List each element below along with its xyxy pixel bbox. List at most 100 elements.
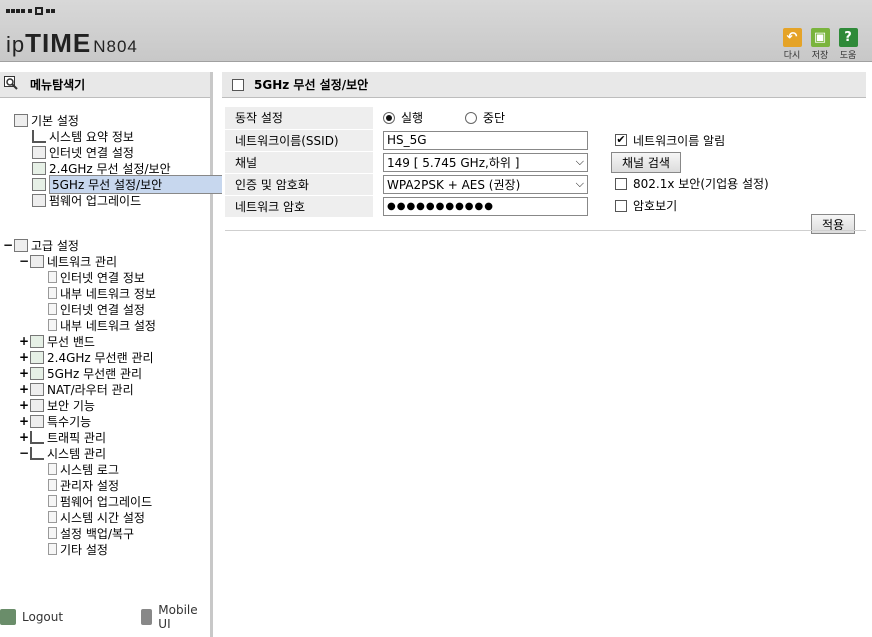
window-icon bbox=[232, 78, 244, 91]
collapse-icon[interactable]: − bbox=[2, 238, 14, 252]
tree-label: 시스템 로그 bbox=[60, 462, 120, 477]
wireless-icon bbox=[30, 366, 44, 380]
lock-icon bbox=[30, 398, 44, 412]
menu-explorer-title: 메뉴탐색기 bbox=[0, 72, 210, 98]
refresh-button[interactable]: ↶ 다시 bbox=[782, 28, 802, 61]
tree-label: 인터넷 연결 정보 bbox=[60, 270, 145, 285]
page-icon bbox=[48, 287, 57, 299]
folder-icon bbox=[14, 238, 28, 252]
tree-label: 시스템 관리 bbox=[47, 446, 107, 461]
tree-label: 고급 설정 bbox=[31, 238, 79, 253]
operation-off-label: 중단 bbox=[482, 111, 506, 126]
grid-logo-icon bbox=[6, 7, 55, 15]
divider bbox=[225, 230, 866, 231]
tree-special-features[interactable]: + 특수기능 bbox=[18, 413, 91, 429]
checkmark-icon: ✔ bbox=[615, 133, 627, 146]
page-title-bar: 5GHz 무선 설정/보안 bbox=[222, 72, 866, 98]
mobile-ui-button[interactable]: Mobile UI bbox=[141, 603, 210, 631]
expand-icon[interactable]: + bbox=[18, 398, 30, 412]
brand-logo: ipTIME N804 bbox=[6, 28, 138, 58]
folder-icon bbox=[30, 414, 44, 428]
tree-network-management[interactable]: − 네트워크 관리 bbox=[18, 253, 117, 269]
tree-wireless-band[interactable]: + 무선 밴드 bbox=[18, 333, 95, 349]
row-auth: 인증 및 암호화 WPA2PSK + AES (권장) ⌵ 802.1x 보안(기… bbox=[225, 173, 865, 196]
traffic-icon bbox=[30, 430, 44, 444]
channel-select[interactable]: 149 [ 5.745 GHz,하위 ] ⌵ bbox=[383, 152, 588, 172]
tree-firmware-upgrade-2[interactable]: 펌웨어 업그레이드 bbox=[48, 493, 152, 509]
tree-system-summary[interactable]: 시스템 요약 정보 bbox=[32, 128, 134, 144]
tree-internet-config[interactable]: 인터넷 연결 설정 bbox=[48, 301, 145, 317]
operation-options: 실행 중단 bbox=[373, 107, 865, 129]
tree-internet-setup[interactable]: 인터넷 연결 설정 bbox=[32, 144, 134, 160]
channel-search-button[interactable]: 채널 검색 bbox=[611, 151, 681, 173]
tree-firmware-upgrade[interactable]: 펌웨어 업그레이드 bbox=[32, 192, 141, 208]
chart-icon bbox=[30, 446, 44, 460]
tree-label: 인터넷 연결 설정 bbox=[49, 145, 134, 160]
tree-system-management[interactable]: − 시스템 관리 bbox=[18, 445, 106, 461]
logout-button[interactable]: Logout bbox=[0, 603, 63, 631]
tree-system-log[interactable]: 시스템 로그 bbox=[48, 461, 119, 477]
expand-icon[interactable]: + bbox=[18, 430, 30, 444]
ssid-broadcast-checkbox[interactable]: ✔ 네트워크이름 알림 bbox=[615, 132, 725, 149]
folder-icon bbox=[14, 113, 28, 127]
collapse-icon[interactable]: − bbox=[18, 254, 30, 268]
expand-icon[interactable]: + bbox=[18, 414, 30, 428]
tree-security[interactable]: + 보안 기능 bbox=[18, 397, 95, 413]
tree-advanced-settings[interactable]: − 고급 설정 bbox=[2, 237, 79, 253]
tree-24ghz-management[interactable]: +2.4GHz 무선랜 관리 bbox=[18, 349, 154, 365]
expand-icon[interactable]: + bbox=[18, 334, 30, 348]
router-icon bbox=[30, 382, 44, 396]
radio-icon bbox=[464, 111, 477, 124]
logout-label: Logout bbox=[22, 610, 64, 624]
tree-admin-settings[interactable]: 관리자 설정 bbox=[48, 477, 119, 493]
collapse-icon[interactable]: − bbox=[18, 446, 30, 460]
password-input[interactable]: ●●●●●●●●●●● bbox=[383, 196, 588, 216]
tree-label: 트래픽 관리 bbox=[47, 430, 107, 445]
apply-button[interactable]: 적용 bbox=[811, 214, 856, 234]
expand-icon[interactable]: + bbox=[18, 382, 30, 396]
help-button[interactable]: ? 도움 bbox=[838, 28, 858, 61]
tree-5ghz-management[interactable]: +5GHz 무선랜 관리 bbox=[18, 365, 142, 381]
tree-label: 2.4GHz 무선랜 관리 bbox=[47, 350, 154, 365]
operation-off-radio[interactable]: 중단 bbox=[464, 109, 506, 126]
tree-basic-settings[interactable]: 기본 설정 bbox=[14, 112, 79, 128]
enterprise-checkbox[interactable]: 802.1x 보안(기업용 설정) bbox=[615, 175, 769, 192]
operation-on-label: 실행 bbox=[401, 111, 424, 126]
chart-icon bbox=[32, 129, 46, 143]
content-panel: 5GHz 무선 설정/보안 동작 설정 실행 중단 네트워크이름(SSID) H… bbox=[222, 72, 872, 637]
enterprise-label: 802.1x 보안(기업용 설정) bbox=[633, 177, 769, 192]
tree-5ghz-wireless[interactable]: 5GHz 무선 설정/보안 bbox=[32, 174, 254, 194]
auth-label: 인증 및 암호화 bbox=[225, 173, 373, 196]
tree-label: 특수기능 bbox=[47, 414, 92, 429]
tree-lan-config[interactable]: 내부 네트워크 설정 bbox=[48, 317, 156, 333]
page-icon bbox=[48, 271, 57, 283]
tree-other-settings[interactable]: 기타 설정 bbox=[48, 541, 108, 557]
left-footer: Logout Mobile UI bbox=[0, 603, 210, 631]
expand-icon[interactable]: + bbox=[18, 366, 30, 380]
mobile-icon bbox=[141, 609, 153, 625]
row-operation: 동작 설정 실행 중단 bbox=[225, 107, 865, 130]
show-password-checkbox[interactable]: 암호보기 bbox=[615, 197, 677, 214]
tree-label: 내부 네트워크 정보 bbox=[60, 286, 156, 301]
tree-internet-info[interactable]: 인터넷 연결 정보 bbox=[48, 269, 145, 285]
wireless-icon bbox=[30, 334, 44, 348]
tree-system-time[interactable]: 시스템 시간 설정 bbox=[48, 509, 145, 525]
ssid-broadcast-label: 네트워크이름 알림 bbox=[633, 133, 726, 148]
checkbox-icon bbox=[615, 177, 627, 190]
radio-selected-icon bbox=[383, 111, 395, 124]
row-ssid: 네트워크이름(SSID) HS_5G ✔ 네트워크이름 알림 bbox=[225, 129, 865, 152]
operation-on-radio[interactable]: 실행 bbox=[383, 109, 423, 126]
tree-backup-restore[interactable]: 설정 백업/복구 bbox=[48, 525, 134, 541]
tree-traffic-management[interactable]: + 트래픽 관리 bbox=[18, 429, 106, 445]
password-label: 네트워크 암호 bbox=[225, 195, 373, 218]
tree-label: 보안 기능 bbox=[47, 398, 95, 413]
save-icon: ▣ bbox=[810, 28, 830, 47]
tree-nat-router[interactable]: + NAT/라우터 관리 bbox=[18, 381, 134, 397]
expand-icon[interactable]: + bbox=[18, 350, 30, 364]
save-button[interactable]: ▣ 저장 bbox=[810, 28, 830, 61]
auth-select[interactable]: WPA2PSK + AES (권장) ⌵ bbox=[383, 174, 588, 194]
tree-lan-info[interactable]: 내부 네트워크 정보 bbox=[48, 285, 156, 301]
tree-label: 5GHz 무선랜 관리 bbox=[47, 366, 143, 381]
ssid-input[interactable]: HS_5G bbox=[383, 130, 588, 150]
page-icon bbox=[48, 495, 57, 507]
